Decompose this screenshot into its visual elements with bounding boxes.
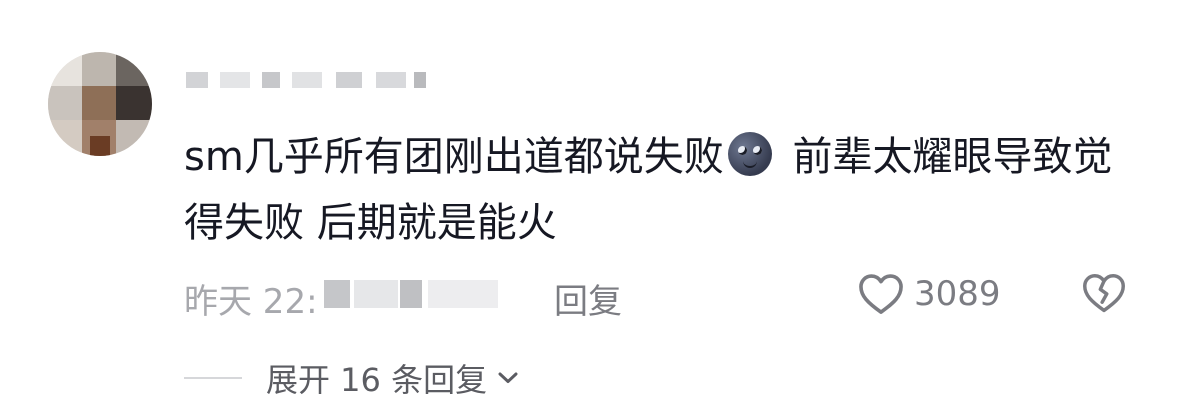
comment-text: sm几乎所有团刚出道都说失败 前辈太耀眼导致觉得失败 后期就是能火: [184, 124, 1144, 256]
reply-button[interactable]: 回复: [554, 274, 622, 323]
avatar-mosaic-tile: [90, 136, 110, 156]
redaction-block: [376, 72, 406, 88]
avatar-mosaic-tile: [48, 52, 82, 86]
redaction-block: [262, 72, 280, 88]
redaction-block: [428, 280, 498, 308]
comment-meta-row: 昨天 22: 回复 3089: [184, 270, 1144, 322]
avatar-mosaic-tile: [82, 86, 116, 120]
avatar-mosaic-tile: [82, 52, 116, 86]
expand-replies-button[interactable]: 展开 16 条回复: [184, 354, 519, 402]
new-moon-face-icon: [727, 132, 772, 176]
avatar[interactable]: [48, 52, 152, 156]
redaction-block: [400, 280, 422, 308]
avatar-mosaic-tile: [116, 120, 152, 156]
avatar-mosaic-tile: [48, 86, 82, 120]
like-button[interactable]: 3089: [858, 270, 1001, 318]
avatar-mosaic-tile: [116, 52, 152, 86]
username-redacted[interactable]: [186, 58, 446, 98]
redaction-block: [336, 72, 362, 88]
divider-line: [184, 377, 242, 379]
heart-outline-icon: [859, 274, 903, 314]
dislike-button[interactable]: [1082, 272, 1126, 323]
comment-text-part1: sm几乎所有团刚出道都说失败: [184, 134, 724, 180]
comment-timestamp: 昨天 22:: [184, 282, 318, 322]
avatar-mosaic-tile: [48, 120, 82, 156]
like-count: 3089: [914, 274, 1001, 314]
redaction-block: [354, 280, 398, 308]
redaction-block: [414, 72, 426, 88]
chevron-down-icon: [498, 372, 518, 383]
redaction-block: [186, 72, 208, 88]
redaction-block: [292, 72, 322, 88]
broken-heart-icon: [1083, 274, 1125, 313]
redaction-block: [324, 280, 350, 308]
expand-replies-label: 展开 16 条回复: [266, 361, 488, 399]
redaction-block: [220, 72, 250, 88]
avatar-mosaic-tile: [116, 86, 152, 120]
